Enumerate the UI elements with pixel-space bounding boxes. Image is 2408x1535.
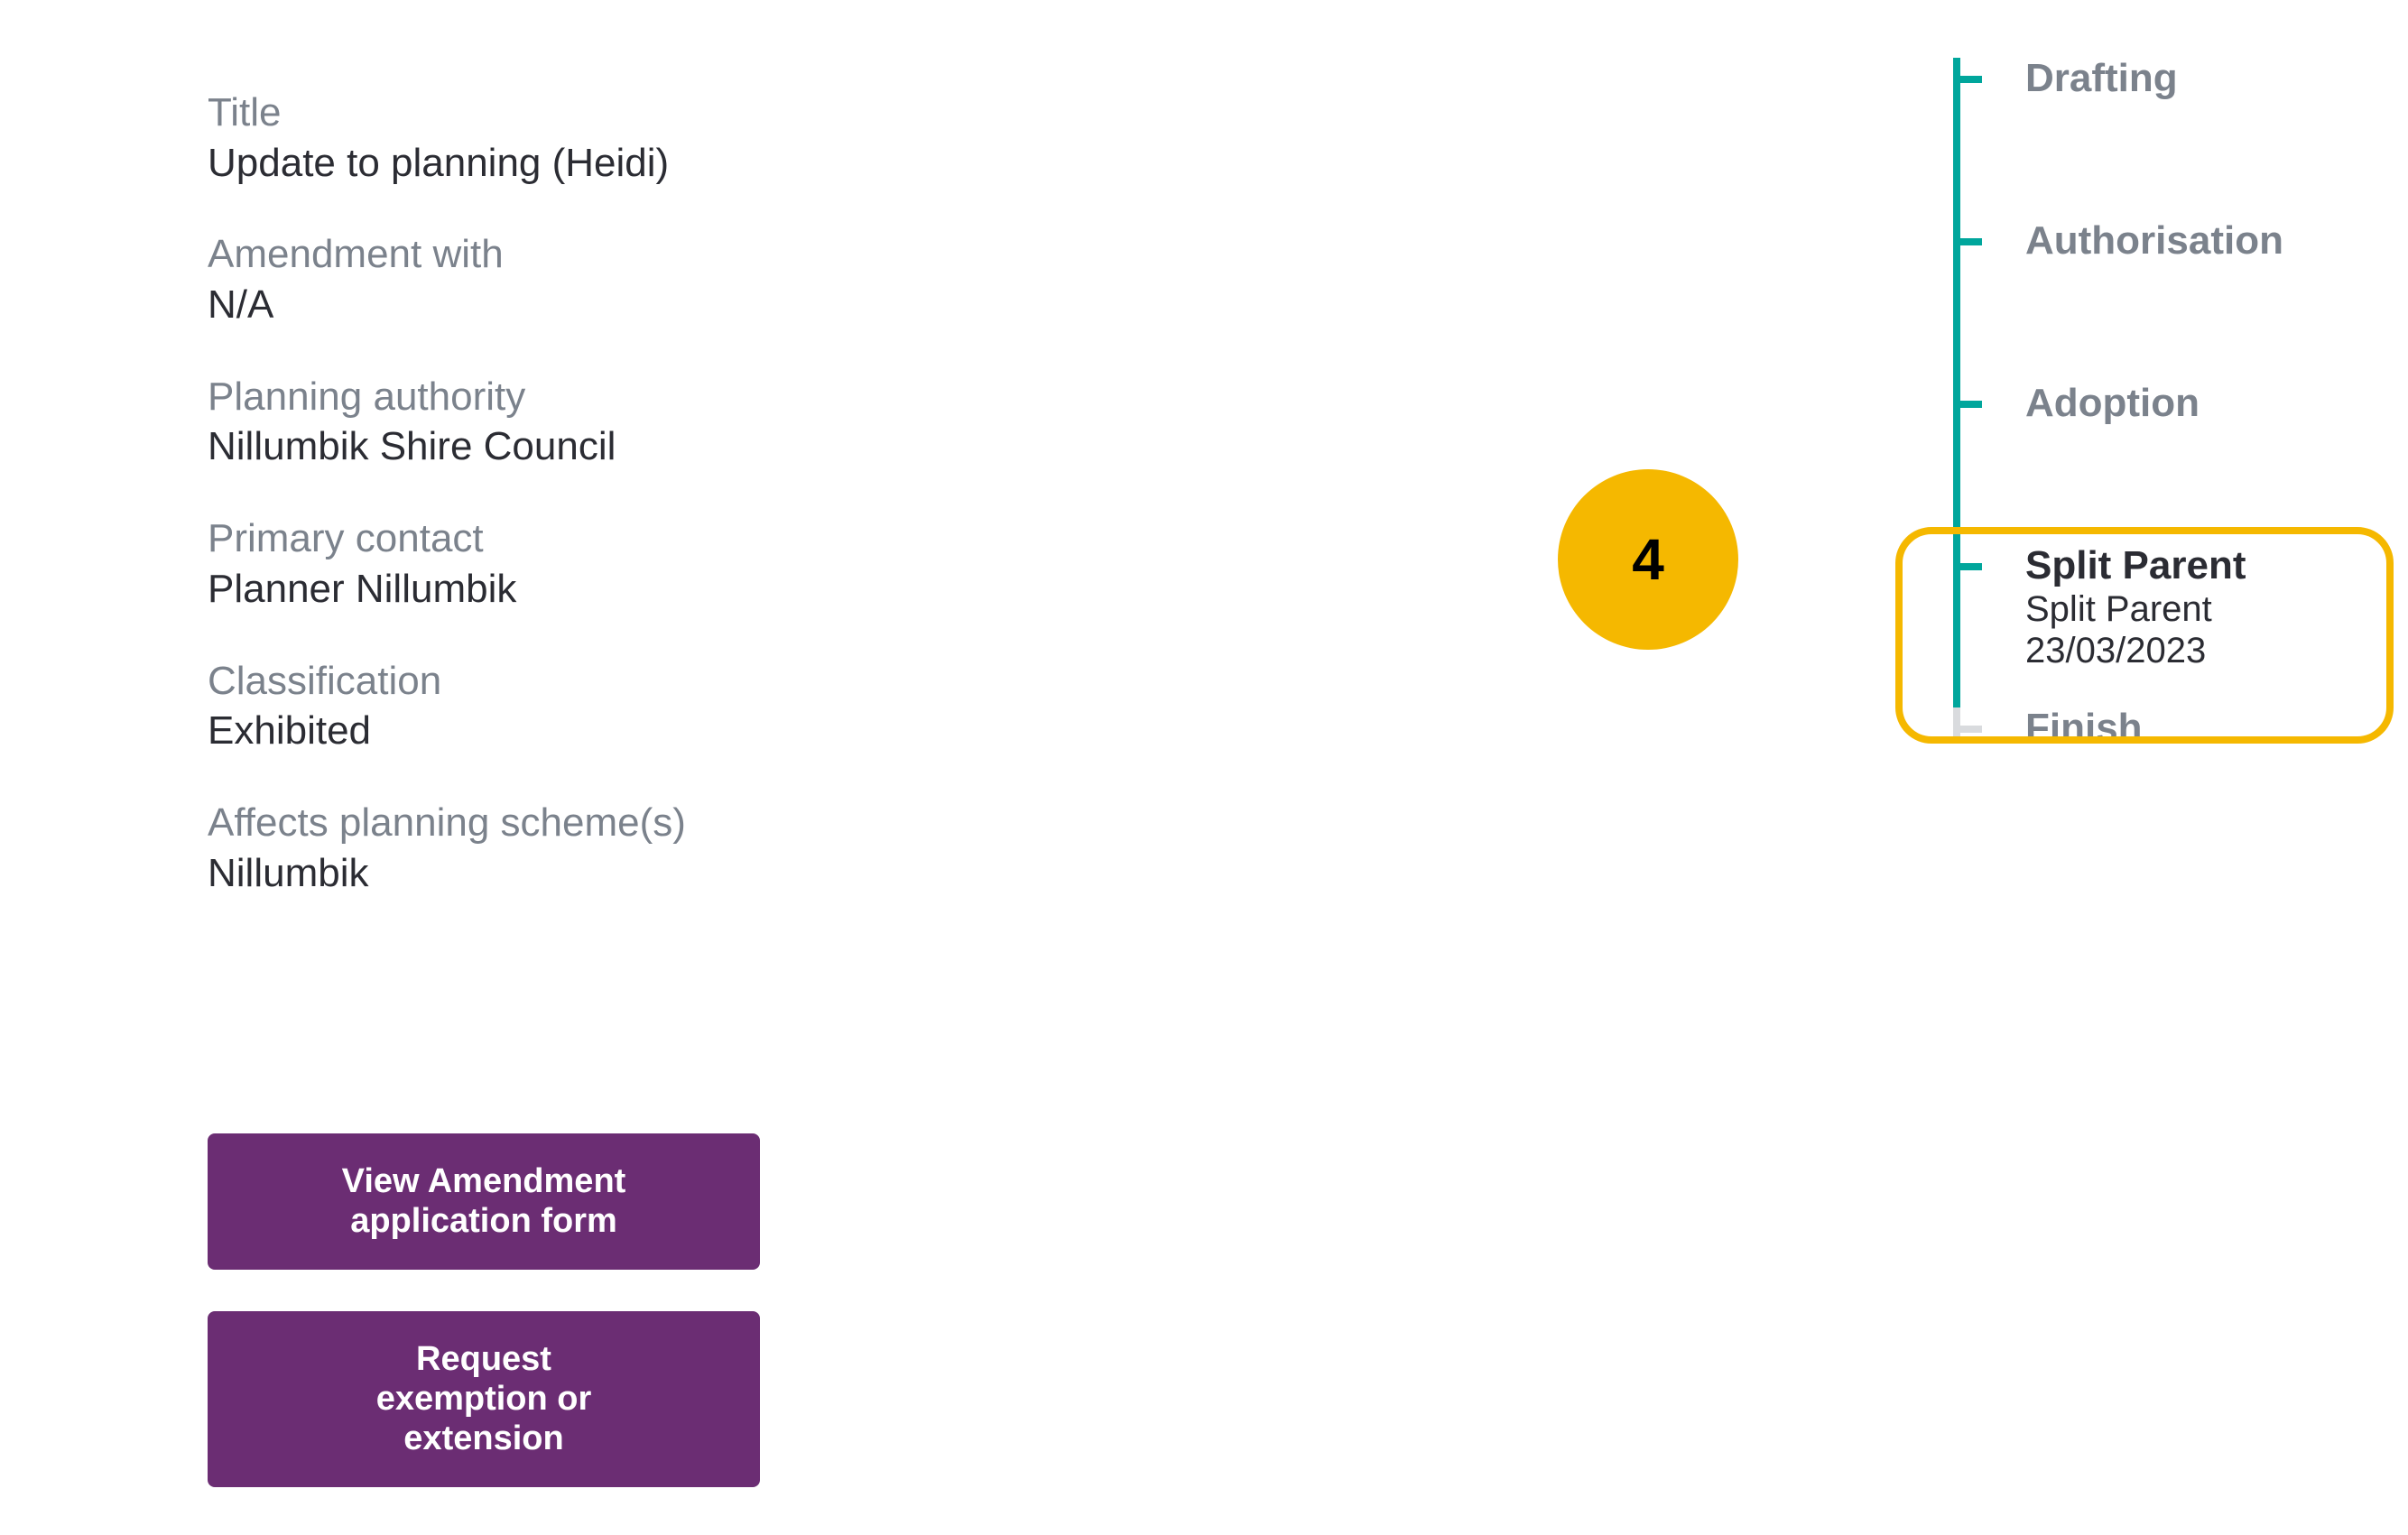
view-amendment-form-button[interactable]: View Amendment application form [208, 1133, 760, 1270]
timeline-step-subtitle: Split Parent [2025, 590, 2368, 628]
planning-authority-label: Planning authority [208, 375, 857, 421]
planning-authority-value: Nillumbik Shire Council [208, 423, 857, 471]
primary-contact-value: Planner Nillumbik [208, 566, 857, 614]
classification-value: Exhibited [208, 707, 857, 755]
action-button-stack: View Amendment application form Request … [208, 1133, 760, 1529]
field-amendment-with: Amendment with N/A [208, 232, 857, 328]
request-exemption-extension-button[interactable]: Request exemption or extension [208, 1311, 760, 1487]
primary-contact-label: Primary contact [208, 516, 857, 562]
annotation-badge: 4 [1558, 469, 1738, 650]
timeline-step-authorisation: Authorisation [1953, 220, 2368, 383]
title-value: Update to planning (Heidi) [208, 140, 857, 188]
annotation-badge-number: 4 [1632, 526, 1664, 593]
affects-schemes-label: Affects planning scheme(s) [208, 800, 857, 846]
affects-schemes-value: Nillumbik [208, 850, 857, 898]
timeline-step-date: 23/03/2023 [2025, 632, 2368, 670]
field-primary-contact: Primary contact Planner Nillumbik [208, 516, 857, 613]
amendment-with-label: Amendment with [208, 232, 857, 278]
timeline-step-label: Drafting [2025, 56, 2178, 100]
timeline-step-label: Authorisation [2025, 218, 2283, 263]
timeline-step-drafting: Drafting [1953, 58, 2368, 220]
status-timeline: Drafting Authorisation Adoption Split Pa… [1953, 58, 2368, 760]
timeline-step-split-parent: Split Parent Split Parent 23/03/2023 [1953, 545, 2368, 707]
timeline-step-adoption: Adoption [1953, 383, 2368, 545]
field-classification: Classification Exhibited [208, 659, 857, 755]
field-title: Title Update to planning (Heidi) [208, 90, 857, 187]
timeline-step-finish: Finish [1953, 707, 2368, 760]
field-planning-authority: Planning authority Nillumbik Shire Counc… [208, 375, 857, 471]
amendment-with-value: N/A [208, 282, 857, 329]
amendment-details-panel: Title Update to planning (Heidi) Amendme… [208, 90, 857, 942]
timeline-step-label: Split Parent [2025, 543, 2246, 587]
title-label: Title [208, 90, 857, 136]
timeline-step-label: Adoption [2025, 381, 2200, 425]
timeline-step-label: Finish [2025, 706, 2143, 750]
classification-label: Classification [208, 659, 857, 705]
field-affects-schemes: Affects planning scheme(s) Nillumbik [208, 800, 857, 897]
page-canvas: Title Update to planning (Heidi) Amendme… [0, 0, 2408, 1535]
